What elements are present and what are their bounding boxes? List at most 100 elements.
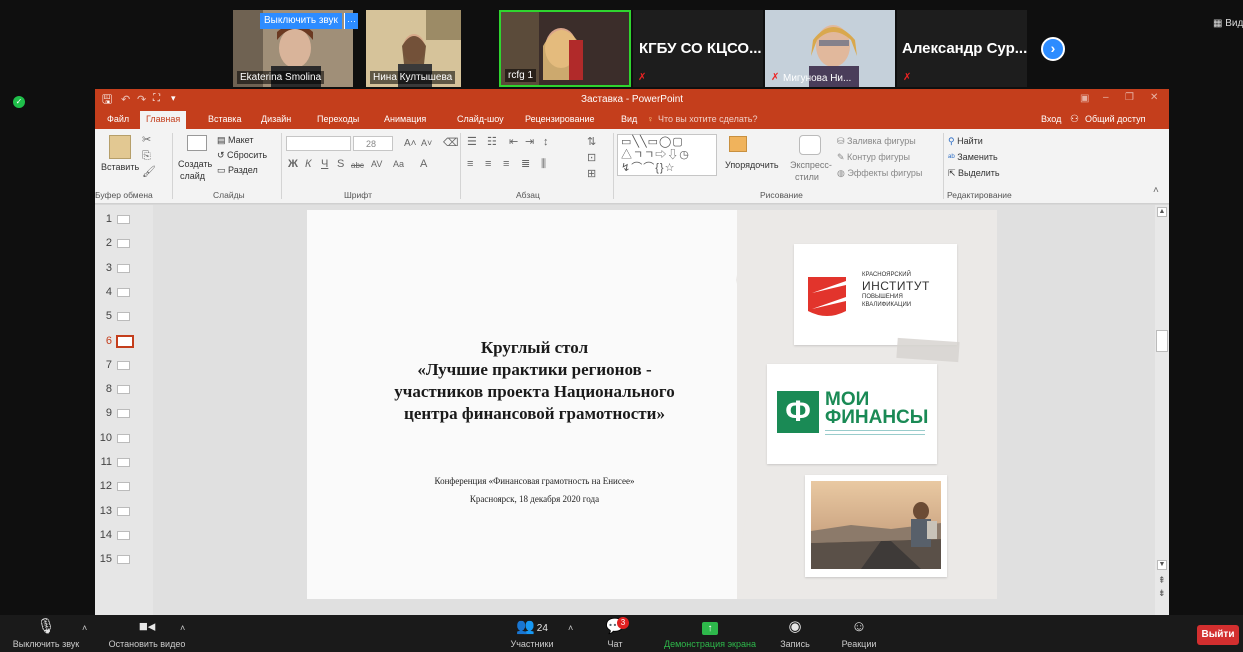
more-options-button[interactable]: ··· (344, 13, 358, 29)
line-spacing-icon[interactable]: ↕ (543, 137, 549, 148)
bold-button[interactable]: Ж (288, 159, 298, 170)
slide-thumbnail[interactable]: 6 (95, 333, 153, 351)
format-painter-icon[interactable]: 🖌 (142, 167, 156, 178)
minimize-button[interactable]: – (1103, 92, 1109, 103)
align-left-icon[interactable]: ≡ (467, 159, 473, 170)
tab-insert[interactable]: Вставка (208, 114, 241, 124)
sign-in-link[interactable]: Вход (1041, 114, 1061, 124)
find-button[interactable]: ⚲ Найти (948, 136, 983, 147)
shapes-gallery[interactable]: ▭╲╲▭◯▢ △ㄱㄱ⇨⇩◷ ↯⌒⌒{}☆ (617, 134, 717, 176)
video-tile-kgbu[interactable]: КГБУ СО КЦСО... ✗ (633, 10, 763, 87)
tab-animations[interactable]: Анимация (384, 114, 426, 124)
scroll-down-icon[interactable]: ▼ (1157, 560, 1167, 570)
shape-effects-button[interactable]: ◍ Эффекты фигуры (837, 168, 922, 179)
video-tile-nina[interactable]: Нина Култышева (366, 10, 461, 87)
decrease-indent-icon[interactable]: ⇤ (509, 137, 518, 148)
shape-fill-button[interactable]: ⛁ Заливка фигуры (837, 136, 916, 147)
bullets-icon[interactable]: ☰ (467, 137, 477, 148)
slide-thumbnail[interactable]: 4 (95, 284, 153, 302)
mute-tooltip[interactable]: Выключить звук (260, 13, 342, 29)
record-button[interactable]: ◉ Запись (775, 617, 815, 649)
layout-button[interactable]: ▤ Макет (217, 135, 254, 146)
spacing-button[interactable]: AV (371, 159, 382, 170)
slide-thumbnail[interactable]: 10 (95, 430, 153, 448)
quick-styles-button[interactable]: Экспресс- (790, 160, 832, 170)
participants-button[interactable]: 👥 24 Участники (502, 617, 562, 649)
replace-button[interactable]: ᵃᵇ Заменить (948, 152, 998, 162)
scroll-thumb[interactable] (1156, 330, 1168, 352)
slide-thumbnail[interactable]: 14 (95, 527, 153, 545)
grow-font-icon[interactable]: A˄ (404, 138, 417, 149)
next-slide-icon[interactable]: ⇟ (1158, 588, 1166, 599)
shrink-font-icon[interactable]: A˅ (421, 138, 432, 149)
tab-home[interactable]: Главная (140, 111, 187, 129)
slide-thumbnail[interactable]: 3 (95, 260, 153, 278)
slide-canvas[interactable]: Круглый стол «Лучшие практики регионов -… (307, 210, 997, 599)
reset-button[interactable]: ↺ Сбросить (217, 150, 267, 161)
slide-thumbnail[interactable]: 5 (95, 308, 153, 326)
next-participants-button[interactable]: › (1041, 37, 1065, 61)
paste-icon[interactable] (109, 135, 131, 159)
video-tile-alexander[interactable]: Александр Сур... ✗ (897, 10, 1027, 87)
shield-icon[interactable]: ✓ (13, 96, 25, 108)
close-button[interactable]: ✕ (1150, 92, 1158, 103)
increase-indent-icon[interactable]: ⇥ (525, 137, 534, 148)
leave-button[interactable]: Выйти (1197, 625, 1239, 645)
shadow-button[interactable]: S (337, 159, 344, 170)
font-color-button[interactable]: A (420, 159, 427, 170)
video-tile-migunova[interactable]: ✗ Мигунова Ни... (765, 10, 895, 87)
justify-icon[interactable]: ≣ (521, 159, 530, 170)
participants-options-caret[interactable]: ˄ (568, 623, 573, 633)
slide-thumbnail[interactable]: 9 (95, 405, 153, 423)
section-button[interactable]: ▭ Раздел (217, 165, 258, 176)
mute-button[interactable]: 🎙 Выключить звук (0, 617, 92, 649)
scroll-up-icon[interactable]: ▲ (1157, 207, 1167, 217)
smartart-icon[interactable]: ⊞ (587, 169, 596, 180)
slide-thumbnail[interactable]: 1 (95, 211, 153, 229)
quick-styles-icon[interactable] (799, 135, 821, 155)
numbering-icon[interactable]: ☷ (487, 137, 497, 148)
reactions-button[interactable]: ☺ Реакции (835, 617, 883, 649)
change-case-button[interactable]: Aa (393, 159, 404, 170)
stop-video-button[interactable]: ■◂ Остановить видео (102, 617, 192, 649)
maximize-button[interactable]: ❐ (1125, 92, 1134, 103)
video-tile-rcfg[interactable]: rcfg 1 ✗ (499, 10, 631, 87)
tab-view[interactable]: Вид (621, 114, 637, 124)
underline-button[interactable]: Ч (321, 159, 328, 170)
shape-outline-button[interactable]: ✎ Контур фигуры (837, 152, 910, 163)
cut-icon[interactable]: ✂ (142, 135, 151, 146)
tab-slideshow[interactable]: Слайд-шоу (457, 114, 504, 124)
arrange-icon[interactable] (729, 136, 747, 152)
vertical-scrollbar[interactable]: ▲ ▼ ⇞ ⇟ (1155, 205, 1169, 615)
audio-options-caret[interactable]: ˄ (82, 623, 87, 633)
arrange-button[interactable]: Упорядочить (725, 160, 779, 170)
new-slide-icon[interactable] (187, 135, 207, 151)
copy-icon[interactable]: ⎘ (142, 151, 151, 162)
tab-design[interactable]: Дизайн (261, 114, 291, 124)
tab-review[interactable]: Рецензирование (525, 114, 595, 124)
slide-thumbnail[interactable]: 7 (95, 357, 153, 375)
clear-format-icon[interactable]: ⌫ (443, 138, 459, 149)
new-slide-button[interactable]: Создать (178, 159, 212, 169)
columns-icon[interactable]: ⫼ (541, 159, 546, 170)
text-direction-icon[interactable]: ⇅ (587, 137, 596, 148)
slide-thumbnail[interactable]: 12 (95, 478, 153, 496)
video-options-caret[interactable]: ˄ (180, 623, 185, 633)
slide-thumbnail[interactable]: 13 (95, 503, 153, 521)
prev-slide-icon[interactable]: ⇞ (1158, 575, 1166, 586)
tell-me-search[interactable]: Что вы хотите сделать? (658, 114, 758, 124)
font-size-input[interactable]: 28 (353, 136, 393, 151)
select-button[interactable]: ⇱ Выделить (948, 168, 1000, 179)
slide-thumbnail[interactable]: 2 (95, 235, 153, 253)
tab-file[interactable]: Файл (107, 114, 129, 124)
collapse-ribbon-icon[interactable]: ˄ (1153, 185, 1159, 196)
share-button[interactable]: Общий доступ (1085, 114, 1145, 124)
slide-thumbnail[interactable]: 11 (95, 454, 153, 472)
italic-button[interactable]: К (305, 159, 311, 170)
align-center-icon[interactable]: ≡ (485, 159, 491, 170)
align-right-icon[interactable]: ≡ (503, 159, 509, 170)
font-name-input[interactable] (286, 136, 351, 151)
slide-thumbnail[interactable]: 8 (95, 381, 153, 399)
share-screen-button[interactable]: ↑ Демонстрация экрана (650, 617, 770, 649)
align-text-icon[interactable]: ⊡ (587, 153, 596, 164)
